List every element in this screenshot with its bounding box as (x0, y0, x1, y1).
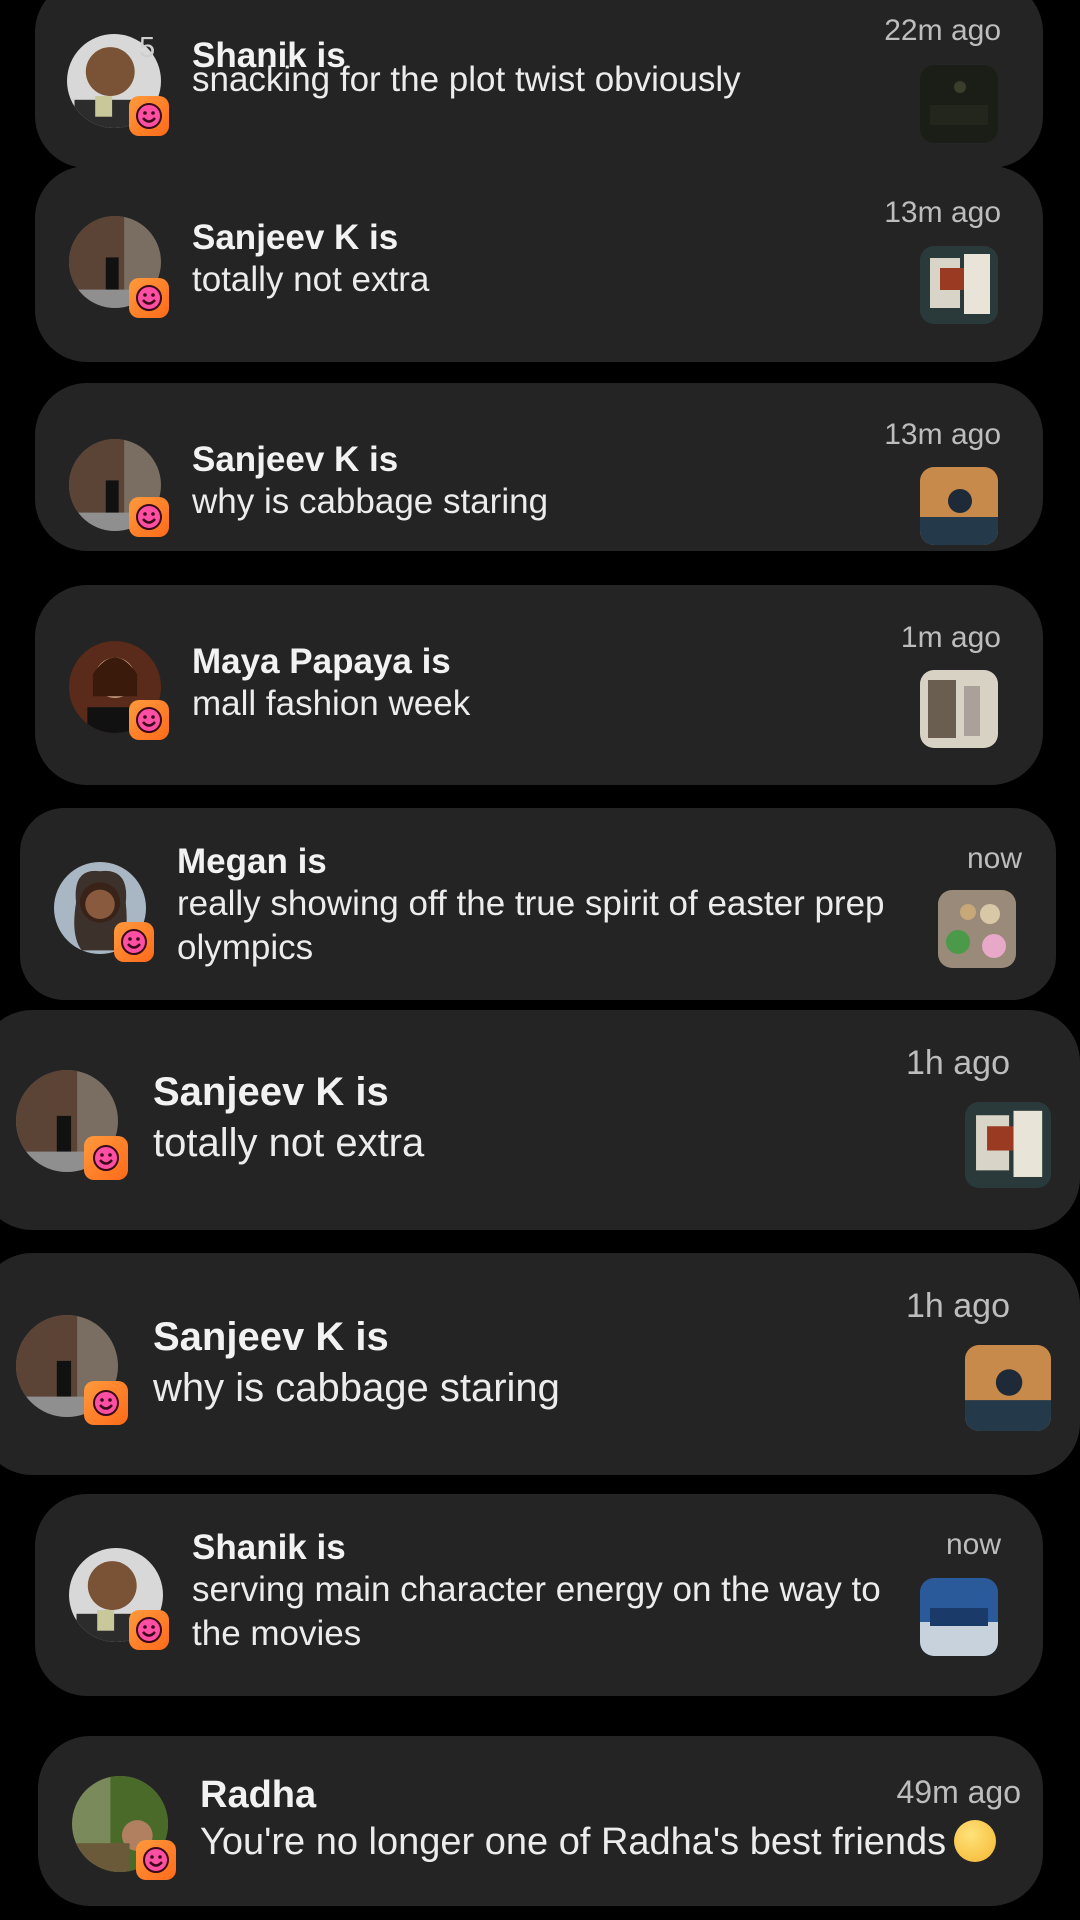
notification-card[interactable]: Megan is really showing off the true spi… (20, 808, 1056, 1000)
notification-message: why is cabbage staring (153, 1366, 560, 1410)
bitmoji-badge-icon (84, 1136, 128, 1180)
notification-time: 13m ago (884, 196, 1001, 229)
snap-thumbnail[interactable] (920, 246, 998, 324)
snap-thumbnail[interactable] (920, 65, 998, 143)
notification-title: Sanjeev K is (192, 440, 399, 479)
notification-title: Maya Papaya is (192, 642, 451, 681)
notification-time: 49m ago (896, 1774, 1021, 1810)
notification-time: 1h ago (906, 1044, 1010, 1082)
notification-title: Radha (200, 1774, 317, 1816)
notification-message: why is cabbage staring (192, 482, 549, 521)
notification-card[interactable]: 5 Shanik is snacking for the plot twist … (35, 0, 1043, 168)
notification-title: Shanik is (192, 1528, 346, 1567)
notification-title: Megan is (177, 842, 327, 881)
notification-count: 5 (139, 32, 156, 64)
notification-time: 13m ago (884, 418, 1001, 451)
bitmoji-badge-icon (129, 497, 169, 537)
notification-message: totally not extra (153, 1121, 425, 1165)
snap-thumbnail[interactable] (920, 467, 998, 545)
snap-thumbnail[interactable] (920, 670, 998, 748)
notification-time: now (966, 842, 1022, 875)
notification-message: really showing off the true spirit of ea… (177, 884, 885, 967)
bitmoji-badge-icon (114, 922, 154, 962)
notification-message: mall fashion week (192, 684, 471, 723)
notification-card[interactable]: Sanjeev K is why is cabbage staring 13m … (35, 383, 1043, 551)
notification-title: Sanjeev K is (153, 1315, 389, 1359)
snap-thumbnail[interactable] (938, 890, 1016, 968)
notification-message: serving main character energy on the way… (192, 1570, 881, 1653)
notification-card[interactable]: Sanjeev K is totally not extra 13m ago (35, 166, 1043, 362)
bitmoji-badge-icon (129, 1610, 169, 1650)
snap-thumbnail[interactable] (965, 1345, 1051, 1431)
bitmoji-badge-icon (84, 1381, 128, 1425)
notification-message: snacking for the plot twist obviously (192, 60, 741, 99)
bitmoji-badge-icon (129, 96, 169, 136)
snap-thumbnail[interactable] (965, 1102, 1051, 1188)
notification-time: 1h ago (906, 1287, 1010, 1325)
pensive-face-icon (954, 1820, 997, 1862)
notification-time: 1m ago (900, 621, 1001, 654)
notification-time: now (945, 1528, 1001, 1561)
notification-time: 22m ago (884, 14, 1001, 47)
notification-message: You're no longer one of Radha's best fri… (200, 1818, 1040, 1866)
notification-card[interactable]: Shanik is serving main character energy … (35, 1494, 1043, 1696)
bitmoji-badge-icon (136, 1840, 176, 1880)
bitmoji-badge-icon (129, 278, 169, 318)
notification-card[interactable]: Sanjeev K is totally not extra 1h ago (0, 1010, 1080, 1230)
notification-message-text: You're no longer one of Radha's best fri… (200, 1821, 947, 1863)
notification-card[interactable]: Sanjeev K is why is cabbage staring 1h a… (0, 1253, 1080, 1475)
notification-card[interactable]: Radha You're no longer one of Radha's be… (38, 1736, 1043, 1906)
bitmoji-badge-icon (129, 700, 169, 740)
snap-thumbnail[interactable] (920, 1578, 998, 1656)
notification-message: totally not extra (192, 260, 430, 299)
notification-title: Sanjeev K is (153, 1070, 389, 1114)
notification-title: Sanjeev K is (192, 218, 399, 257)
notification-card[interactable]: Maya Papaya is mall fashion week 1m ago (35, 585, 1043, 785)
